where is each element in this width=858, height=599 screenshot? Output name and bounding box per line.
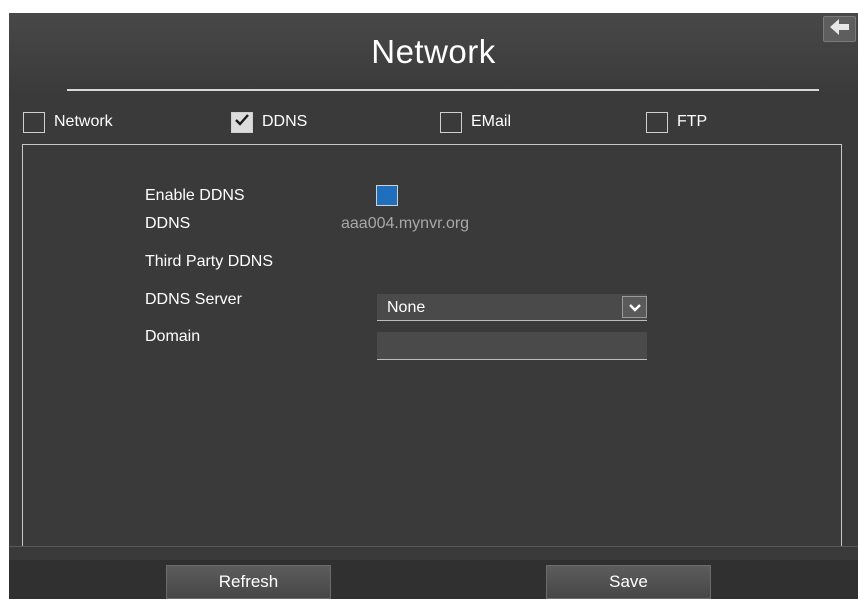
tab-network-checkbox[interactable] <box>23 111 45 133</box>
back-button[interactable] <box>823 16 856 42</box>
page-title: Network <box>371 33 496 70</box>
checkmark-icon <box>234 113 250 132</box>
tab-network-label: Network <box>54 113 113 130</box>
chevron-down-icon[interactable] <box>622 296 647 318</box>
network-settings-window: Network Network DDNS EMail FTP Enable DD… <box>9 13 858 599</box>
tab-ddns-label: DDNS <box>262 113 308 130</box>
ddns-hostname-value: aaa004.mynvr.org <box>341 215 470 232</box>
enable-ddns-checkbox[interactable] <box>376 185 398 206</box>
tab-row: Network DDNS EMail FTP <box>9 110 858 136</box>
ddns-server-label: DDNS Server <box>145 291 242 308</box>
ddns-settings-panel: Enable DDNS DDNS aaa004.mynvr.org Third … <box>22 144 842 547</box>
tab-ddns[interactable]: DDNS <box>231 110 307 134</box>
tab-ftp[interactable]: FTP <box>646 110 707 134</box>
tab-email[interactable]: EMail <box>440 110 511 134</box>
footer-bar <box>9 560 858 599</box>
ddns-server-select[interactable]: None <box>377 294 647 321</box>
tab-email-label: EMail <box>471 113 512 130</box>
title-bar: Network <box>9 13 858 95</box>
footer-divider <box>9 546 858 547</box>
third-party-ddns-label: Third Party DDNS <box>145 253 274 270</box>
tab-ftp-checkbox[interactable] <box>646 111 668 133</box>
domain-input[interactable] <box>377 332 647 360</box>
title-divider <box>67 89 819 91</box>
domain-label: Domain <box>145 328 201 345</box>
enable-ddns-label: Enable DDNS <box>145 187 245 204</box>
ddns-label: DDNS <box>145 215 191 232</box>
refresh-button[interactable]: Refresh <box>166 565 331 599</box>
tab-email-checkbox[interactable] <box>440 111 462 133</box>
tab-network[interactable]: Network <box>23 110 113 134</box>
ddns-server-selected: None <box>387 299 426 316</box>
back-arrow-icon <box>829 18 850 40</box>
save-button[interactable]: Save <box>546 565 711 599</box>
tab-ftp-label: FTP <box>677 113 708 130</box>
tab-ddns-checkbox[interactable] <box>231 111 253 133</box>
